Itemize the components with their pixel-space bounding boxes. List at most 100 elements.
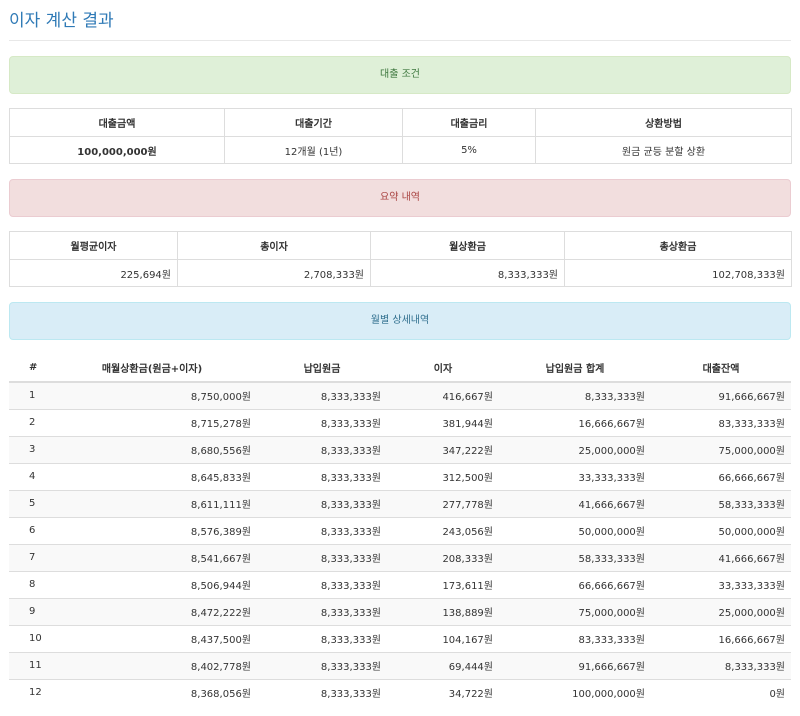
detail-cell-principal-sum: 50,000,000원 bbox=[499, 516, 651, 544]
table-row: 4 8,645,833원 8,333,333원 312,500원 33,333,333원… bbox=[9, 462, 791, 490]
detail-cell-principal: 8,333,333원 bbox=[257, 624, 387, 652]
summary-panel: 요약 내역 bbox=[9, 179, 791, 217]
detail-header-monthly-payment: 매월상환금(원금+이자) bbox=[47, 354, 257, 383]
detail-cell-index: 12 bbox=[9, 678, 47, 706]
detail-cell-principal: 8,333,333원 bbox=[257, 381, 387, 409]
table-row: 11 8,402,778원 8,333,333원 69,444원 91,666,667원… bbox=[9, 651, 791, 679]
detail-header-interest: 이자 bbox=[387, 354, 499, 383]
detail-cell-principal-sum: 75,000,000원 bbox=[499, 597, 651, 625]
detail-cell-balance: 75,000,000원 bbox=[651, 435, 791, 463]
summary-heading: 요약 내역 bbox=[380, 192, 420, 203]
detail-cell-index: 2 bbox=[9, 408, 47, 436]
detail-cell-principal: 8,333,333원 bbox=[257, 435, 387, 463]
detail-cell-index: 3 bbox=[9, 435, 47, 463]
detail-cell-principal-sum: 8,333,333원 bbox=[499, 381, 651, 409]
detail-cell-principal: 8,333,333원 bbox=[257, 489, 387, 517]
detail-cell-balance: 0원 bbox=[651, 678, 791, 706]
detail-cell-monthly-payment: 8,576,389원 bbox=[47, 516, 257, 544]
conditions-heading: 대출 조건 bbox=[380, 69, 420, 80]
summary-total-interest: 2,708,333원 bbox=[177, 259, 371, 287]
detail-cell-monthly-payment: 8,368,056원 bbox=[47, 678, 257, 706]
conditions-panel: 대출 조건 bbox=[9, 56, 791, 94]
detail-cell-principal-sum: 25,000,000원 bbox=[499, 435, 651, 463]
summary-header-total-payment: 총상환금 bbox=[564, 231, 792, 260]
table-row: 2 8,715,278원 8,333,333원 381,944원 16,666,667원… bbox=[9, 408, 791, 436]
summary-header-row: 월평균이자 총이자 월상환금 총상환금 bbox=[9, 231, 792, 260]
conditions-table: 대출금액 대출기간 대출금리 상환방법 100,000,000원 12개월 (1… bbox=[9, 108, 792, 164]
detail-cell-principal: 8,333,333원 bbox=[257, 408, 387, 436]
detail-cell-monthly-payment: 8,611,111원 bbox=[47, 489, 257, 517]
table-row: 10 8,437,500원 8,333,333원 104,167원 83,333,333… bbox=[9, 624, 791, 652]
title-divider bbox=[9, 40, 791, 41]
conditions-amount: 100,000,000원 bbox=[9, 136, 225, 164]
detail-cell-monthly-payment: 8,402,778원 bbox=[47, 651, 257, 679]
detail-cell-interest: 104,167원 bbox=[387, 624, 499, 652]
detail-cell-interest: 312,500원 bbox=[387, 462, 499, 490]
detail-cell-interest: 208,333원 bbox=[387, 543, 499, 571]
conditions-value-row: 100,000,000원 12개월 (1년) 5% 원금 균등 분할 상환 bbox=[9, 136, 792, 164]
detail-table: # 매월상환금(원금+이자) 납입원금 이자 납입원금 합계 대출잔액 1 8,7… bbox=[9, 354, 791, 706]
detail-cell-principal: 8,333,333원 bbox=[257, 516, 387, 544]
detail-cell-monthly-payment: 8,506,944원 bbox=[47, 570, 257, 598]
detail-cell-balance: 41,666,667원 bbox=[651, 543, 791, 571]
summary-total-payment: 102,708,333원 bbox=[564, 259, 792, 287]
detail-cell-balance: 33,333,333원 bbox=[651, 570, 791, 598]
detail-cell-balance: 83,333,333원 bbox=[651, 408, 791, 436]
detail-cell-interest: 347,222원 bbox=[387, 435, 499, 463]
detail-cell-balance: 25,000,000원 bbox=[651, 597, 791, 625]
detail-cell-index: 6 bbox=[9, 516, 47, 544]
table-row: 7 8,541,667원 8,333,333원 208,333원 58,333,333원… bbox=[9, 543, 791, 571]
detail-cell-index: 10 bbox=[9, 624, 47, 652]
page-title: 이자 계산 결과 bbox=[9, 11, 114, 31]
detail-cell-index: 11 bbox=[9, 651, 47, 679]
detail-cell-principal-sum: 16,666,667원 bbox=[499, 408, 651, 436]
detail-cell-index: 5 bbox=[9, 489, 47, 517]
table-row: 12 8,368,056원 8,333,333원 34,722원 100,000,000… bbox=[9, 678, 791, 706]
conditions-method: 원금 균등 분할 상환 bbox=[535, 136, 792, 164]
conditions-header-amount: 대출금액 bbox=[9, 108, 225, 137]
detail-cell-index: 9 bbox=[9, 597, 47, 625]
detail-header-index: # bbox=[9, 354, 47, 383]
detail-cell-principal-sum: 66,666,667원 bbox=[499, 570, 651, 598]
detail-cell-interest: 69,444원 bbox=[387, 651, 499, 679]
table-row: 6 8,576,389원 8,333,333원 243,056원 50,000,000원… bbox=[9, 516, 791, 544]
conditions-rate: 5% bbox=[402, 136, 536, 164]
detail-heading: 월별 상세내역 bbox=[370, 315, 430, 326]
table-row: 1 8,750,000원 8,333,333원 416,667원 8,333,333원 9… bbox=[9, 381, 791, 409]
detail-cell-principal-sum: 33,333,333원 bbox=[499, 462, 651, 490]
detail-cell-balance: 16,666,667원 bbox=[651, 624, 791, 652]
detail-cell-monthly-payment: 8,541,667원 bbox=[47, 543, 257, 571]
table-row: 9 8,472,222원 8,333,333원 138,889원 75,000,000원… bbox=[9, 597, 791, 625]
detail-cell-monthly-payment: 8,680,556원 bbox=[47, 435, 257, 463]
conditions-period: 12개월 (1년) bbox=[224, 136, 403, 164]
detail-cell-principal-sum: 83,333,333원 bbox=[499, 624, 651, 652]
detail-cell-balance: 66,666,667원 bbox=[651, 462, 791, 490]
detail-cell-monthly-payment: 8,645,833원 bbox=[47, 462, 257, 490]
detail-cell-principal: 8,333,333원 bbox=[257, 597, 387, 625]
detail-cell-index: 8 bbox=[9, 570, 47, 598]
detail-cell-balance: 8,333,333원 bbox=[651, 651, 791, 679]
detail-cell-principal-sum: 91,666,667원 bbox=[499, 651, 651, 679]
summary-value-row: 225,694원 2,708,333원 8,333,333원 102,708,3… bbox=[9, 259, 792, 287]
detail-header-row: # 매월상환금(원금+이자) 납입원금 이자 납입원금 합계 대출잔액 bbox=[9, 354, 791, 383]
summary-header-monthly-payment: 월상환금 bbox=[370, 231, 565, 260]
detail-cell-interest: 416,667원 bbox=[387, 381, 499, 409]
detail-header-principal-sum: 납입원금 합계 bbox=[499, 354, 651, 383]
detail-cell-index: 7 bbox=[9, 543, 47, 571]
detail-cell-index: 1 bbox=[9, 381, 47, 409]
conditions-header-rate: 대출금리 bbox=[402, 108, 536, 137]
detail-cell-principal-sum: 41,666,667원 bbox=[499, 489, 651, 517]
detail-cell-monthly-payment: 8,472,222원 bbox=[47, 597, 257, 625]
detail-cell-balance: 50,000,000원 bbox=[651, 516, 791, 544]
detail-cell-monthly-payment: 8,750,000원 bbox=[47, 381, 257, 409]
detail-cell-interest: 138,889원 bbox=[387, 597, 499, 625]
detail-header-principal: 납입원금 bbox=[257, 354, 387, 383]
detail-panel: 월별 상세내역 bbox=[9, 302, 791, 340]
detail-cell-interest: 173,611원 bbox=[387, 570, 499, 598]
detail-cell-monthly-payment: 8,715,278원 bbox=[47, 408, 257, 436]
detail-cell-principal-sum: 100,000,000원 bbox=[499, 678, 651, 706]
table-row: 5 8,611,111원 8,333,333원 277,778원 41,666,667원… bbox=[9, 489, 791, 517]
summary-header-total-interest: 총이자 bbox=[177, 231, 371, 260]
detail-cell-monthly-payment: 8,437,500원 bbox=[47, 624, 257, 652]
summary-avg-interest: 225,694원 bbox=[9, 259, 178, 287]
